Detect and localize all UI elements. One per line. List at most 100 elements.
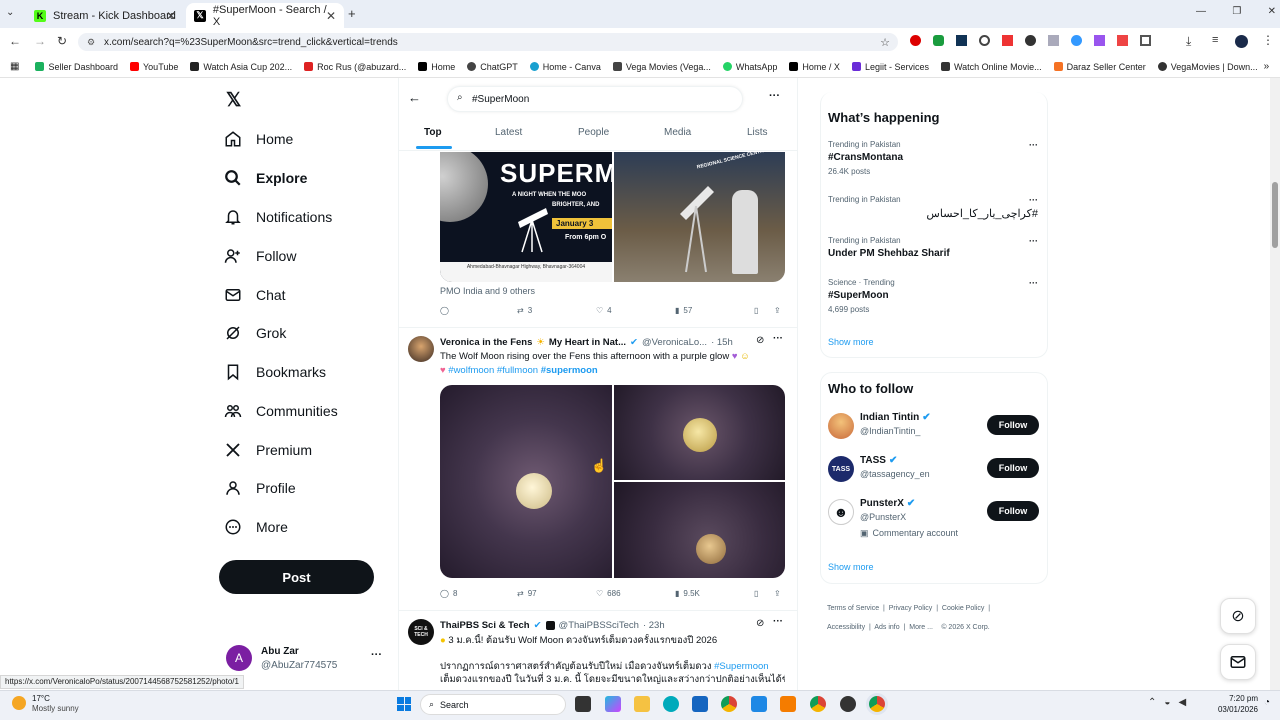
- windows-start-icon[interactable]: [397, 697, 411, 711]
- file-explorer-icon[interactable]: [634, 696, 650, 712]
- trend-item[interactable]: Science · Trending #SuperMoon 4,699 post…: [828, 278, 1038, 322]
- chrome-alt-icon[interactable]: [810, 696, 826, 712]
- reply-button[interactable]: ◯: [440, 306, 453, 315]
- follow-button[interactable]: Follow: [987, 501, 1039, 521]
- extension-circle-icon[interactable]: [979, 35, 990, 46]
- footer-link[interactable]: Privacy Policy: [889, 605, 933, 612]
- follow-suggestion[interactable]: ☻ PunsterX ✔ @PunsterX ▣ Commentary accoun…: [828, 497, 1040, 543]
- more-icon[interactable]: ···: [371, 649, 382, 661]
- nav-profile[interactable]: Profile: [224, 475, 296, 501]
- scrollbar-thumb[interactable]: [1272, 182, 1278, 248]
- back-icon[interactable]: ←: [9, 34, 21, 48]
- views-button[interactable]: ▮ 57: [675, 306, 692, 315]
- clock[interactable]: 7:20 pm 03/01/2026: [1206, 693, 1258, 715]
- footer-link[interactable]: Ads info: [874, 624, 899, 631]
- repost-button[interactable]: ⇄ 3: [517, 306, 532, 315]
- grok-floating-button[interactable]: ⊘: [1220, 598, 1256, 634]
- x-logo-icon[interactable]: 𝕏: [226, 89, 241, 112]
- nav-chat[interactable]: Chat: [224, 282, 286, 308]
- footer-link[interactable]: Terms of Service: [827, 605, 879, 612]
- bookmark-item[interactable]: VegaMovies | Down...: [1152, 62, 1264, 72]
- trend-item[interactable]: Trending in Pakistan #کراچی_یار_کا_احساس…: [828, 195, 1038, 231]
- weather-widget[interactable]: 17°C Mostly sunny: [12, 694, 122, 716]
- avatar[interactable]: SCI & TECH: [408, 619, 434, 645]
- network-icon[interactable]: ◒: [1164, 697, 1170, 708]
- chrome-active-icon[interactable]: [869, 696, 885, 712]
- footer-link[interactable]: Accessibility: [827, 624, 865, 631]
- task-view-icon[interactable]: [575, 696, 591, 712]
- tweet-image-telescope[interactable]: REGIONAL SCIENCE CENTRE: [614, 152, 785, 282]
- show-more-link[interactable]: Show more: [828, 337, 874, 347]
- share-button[interactable]: ⇪: [774, 589, 781, 598]
- bookmark-item[interactable]: Vega Movies (Vega...: [607, 62, 717, 72]
- address-bar[interactable]: ⚙ x.com/search?q=%23SuperMoon&src=trend_…: [78, 33, 898, 51]
- close-window-icon[interactable]: ✕: [1268, 6, 1276, 17]
- taskbar-search[interactable]: ⌕ Search: [420, 694, 566, 715]
- nav-communities[interactable]: Communities: [224, 398, 338, 424]
- site-info-icon[interactable]: ⚙: [87, 37, 95, 48]
- star-icon[interactable]: ☆: [880, 36, 890, 49]
- download-icon[interactable]: ⤓: [1186, 34, 1191, 49]
- tab-supermoon-search[interactable]: 𝕏 #SuperMoon - Search / X ✕: [186, 3, 344, 28]
- extension-gray-icon[interactable]: [1048, 35, 1059, 46]
- tweet-image-moon-3[interactable]: [614, 482, 785, 578]
- nav-bookmarks[interactable]: Bookmarks: [224, 359, 326, 385]
- author-name[interactable]: ThaiPBS Sci & Tech: [440, 620, 530, 631]
- nav-premium[interactable]: Premium: [224, 437, 312, 463]
- bookmark-item[interactable]: Roc Rus (@abuzard...: [298, 62, 412, 72]
- tab-media[interactable]: Media: [664, 127, 691, 138]
- close-tab-icon[interactable]: ✕: [326, 9, 336, 23]
- page-scrollbar[interactable]: [1270, 78, 1280, 690]
- tray-arrow-icon[interactable]: ⌃: [1148, 697, 1156, 708]
- follow-suggestion[interactable]: TASS TASS ✔ @tassagency_en Follow: [828, 454, 1040, 486]
- more-icon[interactable]: ···: [1029, 278, 1038, 288]
- tweet-image-moon-1[interactable]: [440, 385, 612, 578]
- reply-button[interactable]: ◯ 8: [440, 589, 457, 598]
- tweet-more-icon[interactable]: ···: [773, 616, 783, 627]
- follow-button[interactable]: Follow: [987, 458, 1039, 478]
- tweet-time[interactable]: · 15h: [711, 337, 733, 348]
- browser-menu-icon[interactable]: ⋮: [1262, 33, 1274, 47]
- restore-icon[interactable]: ❐: [1232, 6, 1241, 17]
- close-tab-icon[interactable]: ✕: [166, 9, 176, 23]
- bookmark-item[interactable]: Home - Canva: [524, 62, 607, 72]
- bookmark-item[interactable]: YouTube: [124, 62, 184, 72]
- bookmark-item[interactable]: Seller Dashboard: [29, 62, 124, 72]
- post-button[interactable]: Post: [219, 560, 374, 594]
- profile-avatar[interactable]: [1235, 35, 1248, 48]
- volume-icon[interactable]: ◀: [1178, 697, 1186, 708]
- bookmark-item[interactable]: WhatsApp: [717, 62, 784, 72]
- follow-suggestion[interactable]: Indian Tintin ✔ @IndianTintin_ Follow: [828, 411, 1040, 443]
- bookmarks-overflow-icon[interactable]: »: [1264, 61, 1280, 72]
- opera-icon[interactable]: [910, 35, 921, 46]
- repost-button[interactable]: ⇄ 97: [517, 589, 537, 598]
- obs-icon[interactable]: [840, 696, 856, 712]
- grok-icon[interactable]: ⊘: [756, 618, 764, 629]
- bookmark-item[interactable]: ChatGPT: [461, 62, 524, 72]
- bookmark-item[interactable]: Watch Online Movie...: [935, 62, 1048, 72]
- account-switcher[interactable]: A Abu Zar @AbuZar774575 ···: [226, 644, 386, 676]
- tab-top[interactable]: Top: [424, 127, 442, 138]
- vlc-icon[interactable]: [780, 696, 796, 712]
- nav-home[interactable]: Home: [224, 126, 293, 152]
- views-button[interactable]: ▮ 9.5K: [675, 589, 700, 598]
- tab-list-button[interactable]: ⌄: [6, 7, 14, 18]
- extension-dark-icon[interactable]: [1025, 35, 1036, 46]
- more-icon[interactable]: ···: [1029, 195, 1038, 205]
- minimize-icon[interactable]: —: [1196, 6, 1206, 17]
- hashtag-link[interactable]: #supermoon: [541, 365, 598, 376]
- extension-red-icon[interactable]: [1002, 35, 1013, 46]
- extension-fox-icon[interactable]: [1117, 35, 1128, 46]
- edge-icon[interactable]: [663, 696, 679, 712]
- follow-button[interactable]: Follow: [987, 415, 1039, 435]
- author-name-suffix[interactable]: My Heart in Nat...: [549, 337, 626, 348]
- bookmark-item[interactable]: Daraz Seller Center: [1048, 62, 1152, 72]
- extension-purple-icon[interactable]: [1094, 35, 1105, 46]
- tweet-more-icon[interactable]: ···: [773, 333, 783, 344]
- bookmark-item[interactable]: Home: [412, 62, 461, 72]
- vscode-icon[interactable]: [751, 696, 767, 712]
- extension-blue-icon[interactable]: [1071, 35, 1082, 46]
- nav-more[interactable]: More: [224, 514, 288, 540]
- bookmark-item[interactable]: Legiit - Services: [846, 62, 935, 72]
- nav-explore[interactable]: Explore: [224, 165, 307, 191]
